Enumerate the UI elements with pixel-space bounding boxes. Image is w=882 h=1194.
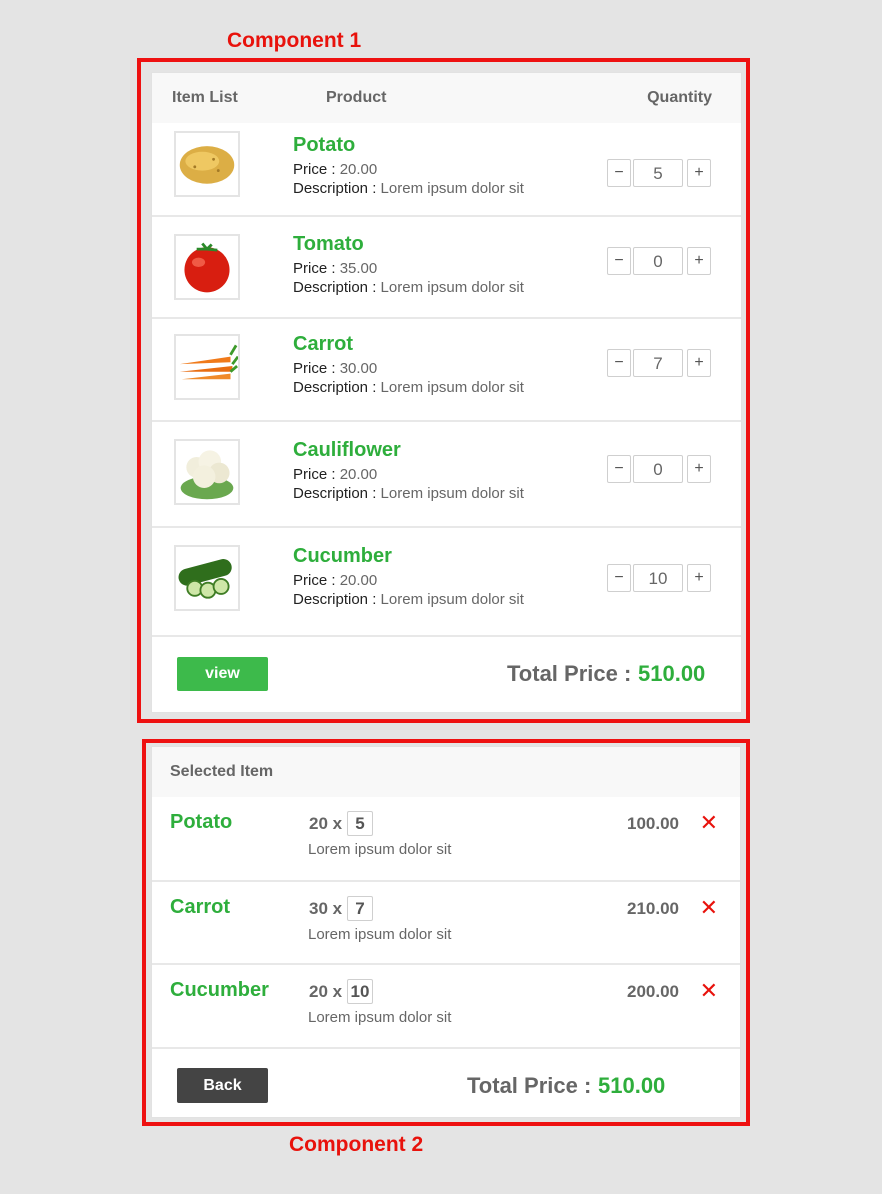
product-price: Price : 35.00 [293,260,378,277]
product-list-header: Item List Product Quantity [152,73,741,123]
product-name: Carrot [293,333,354,355]
close-icon[interactable]: ✕ [700,978,718,1004]
product-list-panel: Item List Product Quantity Potato Price … [151,72,742,713]
cauliflower-image [174,439,240,505]
selected-item-name: Potato [170,811,233,833]
product-description: Description : Lorem ipsum dolor sit [293,485,524,502]
product-price: Price : 20.00 [293,161,378,178]
increment-button[interactable]: + [687,247,711,275]
selected-item-row: Carrot 30 x 7 Lorem ipsum dolor sit 210.… [152,880,740,963]
product-heading: Product [326,89,387,106]
increment-button[interactable]: + [687,564,711,592]
product-name: Potato [293,134,356,156]
total-price-value: 510.00 [598,1073,666,1098]
selected-item-description: Lorem ipsum dolor sit [308,1009,452,1026]
product-description: Description : Lorem ipsum dolor sit [293,279,524,296]
cucumber-image [174,545,240,611]
quantity-input[interactable]: 0 [633,247,683,275]
selected-items-panel: Selected Item Potato 20 x 5 Lorem ipsum … [151,746,741,1118]
decrement-button[interactable]: − [607,159,631,187]
product-row: Cauliflower Price : 20.00 Description : … [152,420,741,526]
unit-price: 30 x [309,899,343,918]
product-price: Price : 20.00 [293,572,378,589]
increment-button[interactable]: + [687,349,711,377]
decrement-button[interactable]: − [607,564,631,592]
view-button[interactable]: view [177,657,268,691]
product-name: Cauliflower [293,439,401,461]
selected-items-footer: Back Total Price : 510.00 [152,1047,740,1120]
selected-item-row: Cucumber 20 x 10 Lorem ipsum dolor sit 2… [152,963,740,1047]
quantity-input[interactable]: 0 [633,455,683,483]
item-list-heading: Item List [172,89,238,106]
item-subtotal: 210.00 [627,899,679,918]
selected-item-name: Cucumber [170,979,269,1001]
product-description: Description : Lorem ipsum dolor sit [293,180,524,197]
selected-item-name: Carrot [170,896,231,918]
product-name: Cucumber [293,545,392,567]
decrement-button[interactable]: − [607,247,631,275]
selected-item-heading: Selected Item [170,763,274,780]
selected-quantity[interactable]: 5 [347,811,373,836]
component-1-label: Component 1 [227,29,362,52]
back-button[interactable]: Back [177,1068,268,1103]
quantity-input[interactable]: 7 [633,349,683,377]
total-price-label: Total Price : [507,661,632,686]
tomato-image [174,234,240,300]
increment-button[interactable]: + [687,159,711,187]
quantity-input[interactable]: 10 [633,564,683,592]
item-subtotal: 100.00 [627,814,679,833]
product-list-footer: view Total Price : 510.00 [152,635,741,712]
product-row: Carrot Price : 30.00 Description : Lorem… [152,317,741,420]
decrement-button[interactable]: − [607,349,631,377]
decrement-button[interactable]: − [607,455,631,483]
quantity-heading: Quantity [647,89,712,106]
selected-item-description: Lorem ipsum dolor sit [308,926,452,943]
quantity-input[interactable]: 5 [633,159,683,187]
close-icon[interactable]: ✕ [700,895,718,921]
selected-items-header: Selected Item [152,747,740,797]
product-name: Tomato [293,233,364,255]
product-description: Description : Lorem ipsum dolor sit [293,379,524,396]
selected-item-description: Lorem ipsum dolor sit [308,841,452,858]
component-2-label: Component 2 [289,1133,424,1156]
item-subtotal: 200.00 [627,982,679,1001]
product-price: Price : 30.00 [293,360,378,377]
selected-quantity[interactable]: 7 [347,896,373,921]
product-row: Cucumber Price : 20.00 Description : Lor… [152,526,741,635]
selected-quantity[interactable]: 10 [347,979,373,1004]
total-price-value: 510.00 [638,661,706,686]
selected-item-row: Potato 20 x 5 Lorem ipsum dolor sit 100.… [152,797,740,880]
total-price-label: Total Price : [467,1073,592,1098]
product-row: Potato Price : 20.00 Description : Lorem… [152,123,741,215]
unit-price: 20 x [309,814,343,833]
product-price: Price : 20.00 [293,466,378,483]
unit-price: 20 x [309,982,343,1001]
carrot-image [174,334,240,400]
increment-button[interactable]: + [687,455,711,483]
close-icon[interactable]: ✕ [700,810,718,836]
product-description: Description : Lorem ipsum dolor sit [293,591,524,608]
potato-image [174,131,240,197]
product-row: Tomato Price : 35.00 Description : Lorem… [152,215,741,317]
